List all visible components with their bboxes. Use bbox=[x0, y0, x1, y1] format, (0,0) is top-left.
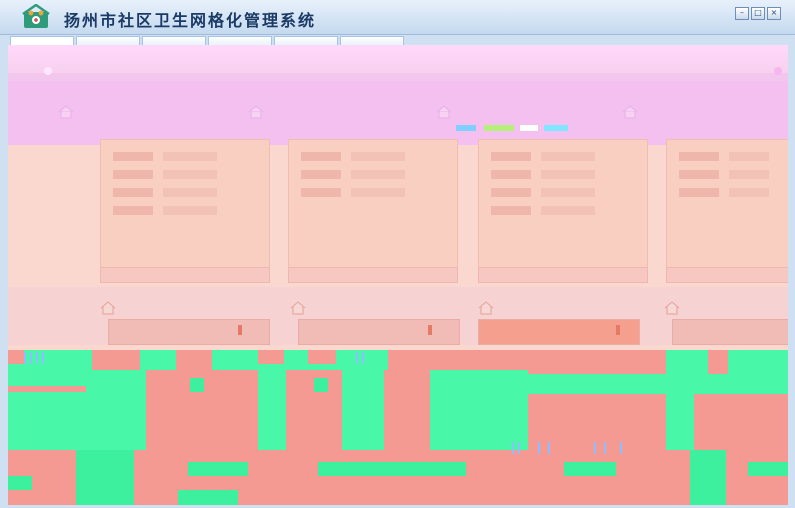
grid-card[interactable] bbox=[288, 139, 458, 269]
marker bbox=[616, 325, 620, 335]
window-controls: – □ × bbox=[735, 7, 781, 20]
marker bbox=[428, 325, 432, 335]
grid-card[interactable] bbox=[478, 139, 648, 269]
main-content bbox=[8, 45, 788, 505]
card-footer bbox=[666, 267, 788, 283]
glitch-mark bbox=[520, 125, 538, 131]
home-icon[interactable] bbox=[248, 105, 264, 119]
grid-card[interactable] bbox=[100, 139, 270, 269]
home-icon[interactable] bbox=[664, 301, 680, 315]
corrupted-region bbox=[8, 350, 788, 505]
maximize-icon[interactable]: □ bbox=[751, 7, 765, 20]
home-icon[interactable] bbox=[58, 105, 74, 119]
grid-card[interactable] bbox=[298, 319, 460, 345]
glitch-mark bbox=[544, 125, 568, 131]
minimize-icon[interactable]: – bbox=[735, 7, 749, 20]
glitch-mark bbox=[456, 125, 476, 131]
home-icon[interactable] bbox=[436, 105, 452, 119]
marker bbox=[238, 325, 242, 335]
home-icon[interactable] bbox=[290, 301, 306, 315]
grid-card[interactable] bbox=[108, 319, 270, 345]
app-title: 扬州市社区卫生网格化管理系统 bbox=[64, 11, 317, 30]
glitch-mark bbox=[484, 125, 514, 131]
status-dot bbox=[44, 67, 52, 75]
grid-card[interactable] bbox=[666, 139, 788, 269]
card-footer bbox=[478, 267, 648, 283]
pink-band bbox=[8, 81, 788, 145]
status-dot bbox=[774, 67, 782, 75]
home-icon[interactable] bbox=[100, 301, 116, 315]
close-icon[interactable]: × bbox=[767, 7, 781, 20]
app-logo-icon bbox=[22, 4, 50, 28]
card-footer bbox=[100, 267, 270, 283]
home-icon[interactable] bbox=[478, 301, 494, 315]
content-strip bbox=[8, 73, 788, 81]
content-header-band bbox=[8, 45, 788, 75]
window-titlebar: 扬州市社区卫生网格化管理系统 – □ × bbox=[0, 0, 795, 35]
card-footer bbox=[288, 267, 458, 283]
grid-card[interactable] bbox=[672, 319, 788, 345]
home-icon[interactable] bbox=[622, 105, 638, 119]
